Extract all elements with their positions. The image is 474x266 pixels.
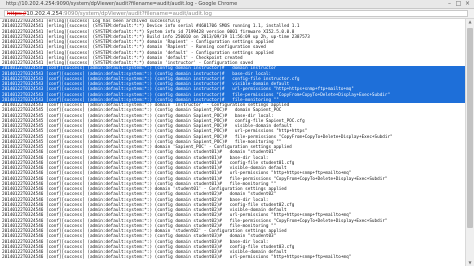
url-path: :9090/system/dpViewer/audit?filename=aud… <box>62 11 212 17</box>
vertical-scrollbar[interactable]: ▲ ▼ <box>465 19 474 266</box>
maximize-button[interactable]: □ <box>454 0 463 8</box>
url-scheme: https:// <box>7 11 27 17</box>
log-viewer[interactable]: 20140122T0324541 [erling][success] Log h… <box>0 19 466 266</box>
minimize-button[interactable]: – <box>445 0 454 8</box>
close-button[interactable]: × <box>463 0 472 8</box>
address-bar: https://10.202.4.254:9090/system/dpViewe… <box>0 9 474 19</box>
scroll-down-arrow-icon[interactable]: ▼ <box>466 260 474 266</box>
window-title-bar: http://10.202.4.254:9090/system/dpViewer… <box>0 0 474 9</box>
url-host: 10.202.4.254 <box>26 11 63 17</box>
url-field[interactable]: https://10.202.4.254:9090/system/dpViewe… <box>4 10 468 17</box>
scroll-up-arrow-icon[interactable]: ▲ <box>466 19 474 25</box>
log-line: 20140122T0324546 [conf][success] (admin:… <box>2 255 352 261</box>
scrollbar-thumb[interactable] <box>467 28 473 228</box>
window-controls: – □ × <box>445 0 472 8</box>
window-title: http://10.202.4.254:9090/system/dpViewer… <box>6 1 238 7</box>
